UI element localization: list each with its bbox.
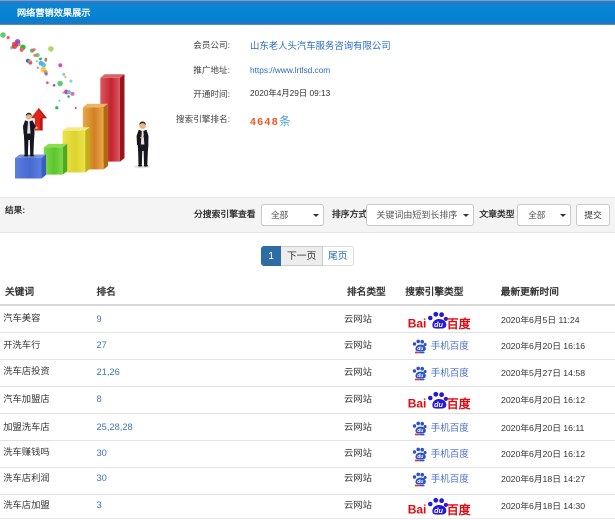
svg-text:手机百度: 手机百度 bbox=[431, 367, 470, 379]
svg-text:手机百度: 手机百度 bbox=[431, 448, 470, 460]
svg-text:Bai: Bai bbox=[408, 316, 427, 330]
svg-text:du: du bbox=[417, 428, 423, 434]
svg-text:百度: 百度 bbox=[447, 316, 472, 331]
svg-text:du: du bbox=[417, 479, 423, 485]
svg-text:Bai: Bai bbox=[408, 503, 427, 517]
svg-text:du: du bbox=[417, 454, 423, 460]
svg-text:du: du bbox=[434, 320, 444, 329]
svg-text:手机百度: 手机百度 bbox=[431, 340, 470, 352]
svg-text:Bai: Bai bbox=[408, 397, 427, 411]
svg-text:手机百度: 手机百度 bbox=[431, 473, 470, 485]
svg-text:百度: 百度 bbox=[447, 502, 472, 517]
svg-text:du: du bbox=[417, 373, 423, 379]
svg-text:du: du bbox=[417, 347, 423, 353]
svg-text:du: du bbox=[434, 506, 444, 515]
svg-text:百度: 百度 bbox=[447, 396, 472, 411]
svg-text:du: du bbox=[434, 400, 444, 409]
svg-text:手机百度: 手机百度 bbox=[431, 422, 470, 434]
